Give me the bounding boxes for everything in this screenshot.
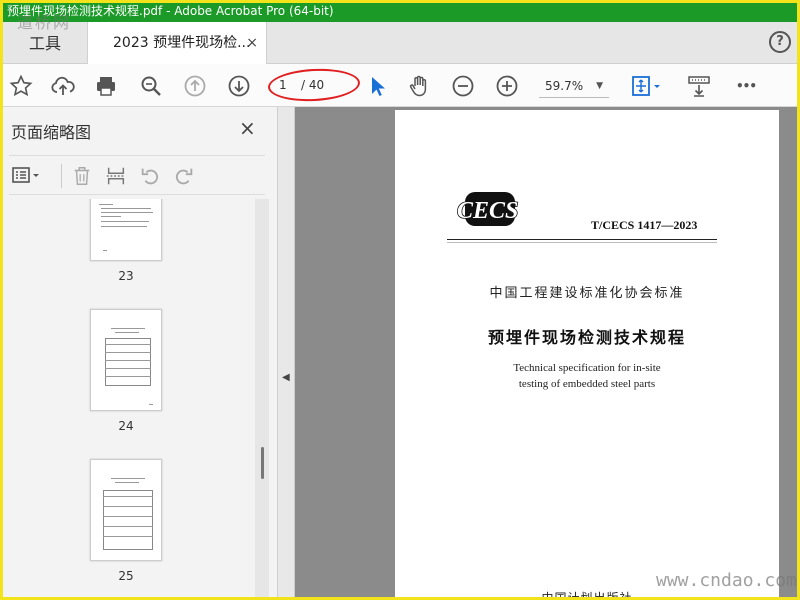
thumbnail-label: 24 (118, 419, 134, 433)
hand-tool-icon[interactable] (405, 72, 433, 100)
document-title: 预埋件现场检测技术规程 (487, 328, 686, 347)
page-thumbnail[interactable] (90, 309, 162, 411)
header-rule (447, 239, 717, 240)
select-cursor-icon[interactable] (363, 72, 391, 100)
document-view[interactable]: CECS T/CECS 1417—2023 中国工程建设标准化协会标准 预埋件现… (295, 107, 797, 597)
next-page-icon[interactable] (225, 72, 253, 100)
upload-cloud-icon[interactable] (49, 72, 77, 100)
page-thumbnail[interactable] (90, 459, 162, 561)
tab-bar: 工具 2023 预埋件现场检... × ? (3, 22, 797, 65)
association-name: 中国工程建设标准化协会标准 (489, 286, 685, 301)
thumbnail-label: 23 (118, 269, 134, 283)
chevron-down-icon: ▼ (596, 81, 603, 91)
keyboard-scroll-icon[interactable] (685, 72, 713, 100)
delete-page-icon[interactable] (69, 163, 95, 189)
watermark-top: 道桥网 (17, 13, 72, 32)
tab-document-label: 2023 预埋件现场检... (113, 35, 251, 51)
insert-page-icon[interactable] (103, 163, 129, 189)
cecs-logo: CECS (456, 192, 519, 226)
window-title-bar: 预埋件现场检测技术规程.pdf - Adobe Acrobat Pro (64-… (3, 3, 797, 22)
thumbnail-options-icon[interactable] (9, 163, 45, 189)
english-title-line2: testing of embedded steel parts (518, 378, 656, 390)
main-toolbar: 1 / 40 59.7% ▼ ••• (3, 64, 797, 107)
pdf-page: CECS T/CECS 1417—2023 中国工程建设标准化协会标准 预埋件现… (395, 110, 779, 597)
thumbnail-toolbar (9, 155, 265, 195)
fit-page-icon[interactable] (629, 72, 665, 100)
help-icon[interactable]: ? (769, 31, 791, 53)
print-icon[interactable] (92, 72, 120, 100)
toolbar-divider (61, 164, 62, 188)
tab-document[interactable]: 2023 预埋件现场检... × (87, 22, 267, 65)
zoom-level-dropdown[interactable]: 59.7% ▼ (539, 74, 609, 98)
thumbnail-scrollbar[interactable] (255, 199, 269, 597)
page-thumbnail[interactable] (90, 199, 162, 261)
header-rule-thin (447, 242, 717, 243)
prev-page-icon[interactable] (181, 72, 209, 100)
scrollbar-thumb[interactable] (261, 447, 264, 479)
rotate-left-icon[interactable] (137, 163, 163, 189)
page-thumbnails-panel: 页面缩略图 × 23 24 25 (3, 107, 278, 597)
tab-close-icon[interactable]: × (246, 22, 258, 64)
zoom-level-value: 59.7% (545, 79, 584, 93)
more-options-icon[interactable]: ••• (731, 72, 761, 100)
zoom-in-icon[interactable] (493, 72, 521, 100)
standard-code: T/CECS 1417—2023 (591, 218, 698, 232)
thumbnail-list: 23 24 25 (3, 199, 265, 597)
bookmark-star-icon[interactable] (7, 72, 35, 100)
chevron-left-icon[interactable]: ◀ (282, 372, 290, 383)
panel-title: 页面缩略图 (11, 123, 92, 142)
zoom-out-icon[interactable] (449, 72, 477, 100)
thumbnail-label: 25 (118, 569, 134, 583)
svg-text:CECS: CECS (457, 198, 518, 224)
watermark-bottom: www.cndao.com (656, 570, 797, 591)
app-window: 预埋件现场检测技术规程.pdf - Adobe Acrobat Pro (64-… (0, 0, 800, 600)
zoom-search-icon[interactable] (137, 72, 165, 100)
panel-collapse-strip[interactable]: ◀ (278, 107, 295, 597)
rotate-right-icon[interactable] (171, 163, 197, 189)
english-title-line1: Technical specification for in-site (513, 362, 661, 374)
panel-close-icon[interactable]: × (239, 116, 256, 140)
